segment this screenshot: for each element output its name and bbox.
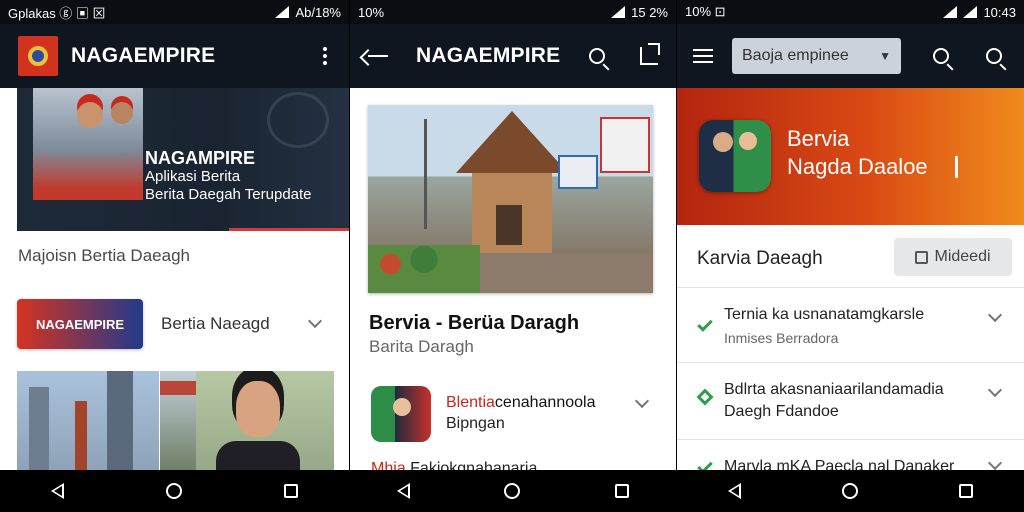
nav-home-icon[interactable] [166,483,182,499]
hero-subtitle: Aplikasi Berita [145,168,241,185]
news-thumbnail-portrait[interactable] [196,371,334,471]
share-icon[interactable] [635,42,663,70]
nav-back-icon[interactable] [727,483,741,499]
status-left: Gplakas ⓖ ▣ ⊠ [8,5,106,21]
brand-card[interactable]: NAGAEMPIRE [17,299,143,349]
list-item[interactable]: Marvla mKA Paecla nal Danaker [677,440,1024,475]
hero-photo [33,88,143,200]
category-app-icon [699,120,771,192]
hero-title: NAGAMPIRE [145,148,256,168]
app-bar: NAGAEMPIRE [0,24,349,88]
more-options-icon[interactable] [311,42,339,70]
check-icon [697,316,713,332]
chevron-down-icon[interactable] [987,382,1003,398]
screen-article: 10% 15 2% NAGAEMPIRE Bervia - Berüa Dara… [350,0,676,512]
news-item-thumbnail[interactable] [371,386,431,442]
list-item[interactable]: Bdlrta akasnaniaarilandamadia Daegh Fdan… [677,363,1024,439]
news-item-title-rest: cenahannoola [494,394,596,411]
app-bar: Baoja empinee ▼ [677,24,1024,88]
back-arrow-icon[interactable] [364,42,392,70]
text-cursor [955,156,958,178]
nav-home-icon[interactable] [504,483,521,499]
dropdown-arrow-icon: ▼ [879,49,891,63]
menu-icon[interactable] [689,42,717,70]
system-nav-bar [350,470,676,512]
system-nav-bar [0,470,349,512]
nav-back-icon[interactable] [51,483,64,499]
chevron-down-icon[interactable] [634,393,650,409]
screen-home: Gplakas ⓖ ▣ ⊠ Ab/18% NAGAEMPIRE NAGAMPIR… [0,0,349,512]
wifi-icon [943,6,958,18]
news-item-title[interactable]: Blentiacenahannoola [446,394,595,412]
chevron-down-icon[interactable] [987,307,1003,323]
category-title: Bervia [787,126,850,151]
nav-home-icon[interactable] [841,483,858,499]
search-icon[interactable] [583,42,611,70]
list-item-title: Bdlrta akasnaniaarilandamadia [724,381,944,398]
chevron-down-icon[interactable] [307,313,323,329]
app-bar: NAGAEMPIRE [350,24,676,88]
signal-icon [963,6,978,18]
status-bar: Gplakas ⓖ ▣ ⊠ Ab/18% [0,0,349,24]
emblem-icon [267,92,329,148]
hero-accent-line [229,228,349,231]
search-icon[interactable] [927,42,955,70]
status-left: 10% ⊡ [685,4,726,19]
screen-category: 10% ⊡ 10:43 Baoja empinee ▼ Bervia Nagda… [677,0,1024,512]
category-select[interactable]: Bertia Naeagd [161,314,270,334]
article-subhead: Barita Daragh [369,337,474,356]
category-subtitle: Nagda Daaloe [787,154,928,179]
chevron-down-icon[interactable] [987,455,1003,471]
checkbox-icon [915,250,929,264]
app-title: NAGAEMPIRE [416,44,561,67]
section-label: Majoisn Bertia Daeagh [18,246,190,265]
hero-banner[interactable]: NAGAMPIRE Aplikasi Berita Berita Daegah … [17,88,349,231]
wifi-icon [611,6,626,18]
news-item-subtitle: Bipngan [446,415,505,432]
nav-recents-icon[interactable] [614,484,629,498]
system-nav-bar [677,470,1024,512]
nav-recents-icon[interactable] [284,484,298,498]
status-bar: 10% 15 2% [350,0,676,24]
select-button[interactable]: Mideedi [894,238,1012,276]
section-title: Karvia Daeagh [697,248,823,269]
app-title: NAGAEMPIRE [71,44,216,67]
list-item[interactable]: Ternia ka usnanatamgkarsle Inmises Berra… [677,288,1024,362]
status-left: 10% [358,4,385,20]
signal-icon [275,6,290,18]
diamond-icon [696,388,714,406]
article-headline: Bervia - Berüa Daragh [369,312,580,334]
status-bar: 10% ⊡ 10:43 [677,0,1024,24]
status-battery: 15 2% [631,4,668,20]
app-logo-icon [18,36,58,76]
region-dropdown[interactable]: Baoja empinee ▼ [732,38,901,74]
hero-tagline: Berita Daegah Terupdate [145,186,312,203]
list-item-title: Ternia ka usnanatamgkarsle [724,306,925,323]
nav-recents-icon[interactable] [959,484,974,498]
search-alt-icon[interactable] [980,42,1008,70]
select-button-label: Mideedi [934,248,991,265]
status-clock: 10:43 [983,4,1016,20]
list-item-subtitle: Inmises Berradora [724,330,839,346]
list-item-subtitle: Daegh Fdandoe [724,403,839,420]
status-battery: Ab/18% [295,4,341,20]
news-item-title-accent: Blentia [446,394,495,411]
news-thumbnail-city[interactable] [17,371,159,471]
article-photo[interactable] [368,105,653,293]
region-dropdown-value: Baoja empinee [742,47,849,64]
category-header: Bervia Nagda Daaloe [677,88,1024,225]
nav-back-icon[interactable] [397,483,411,499]
